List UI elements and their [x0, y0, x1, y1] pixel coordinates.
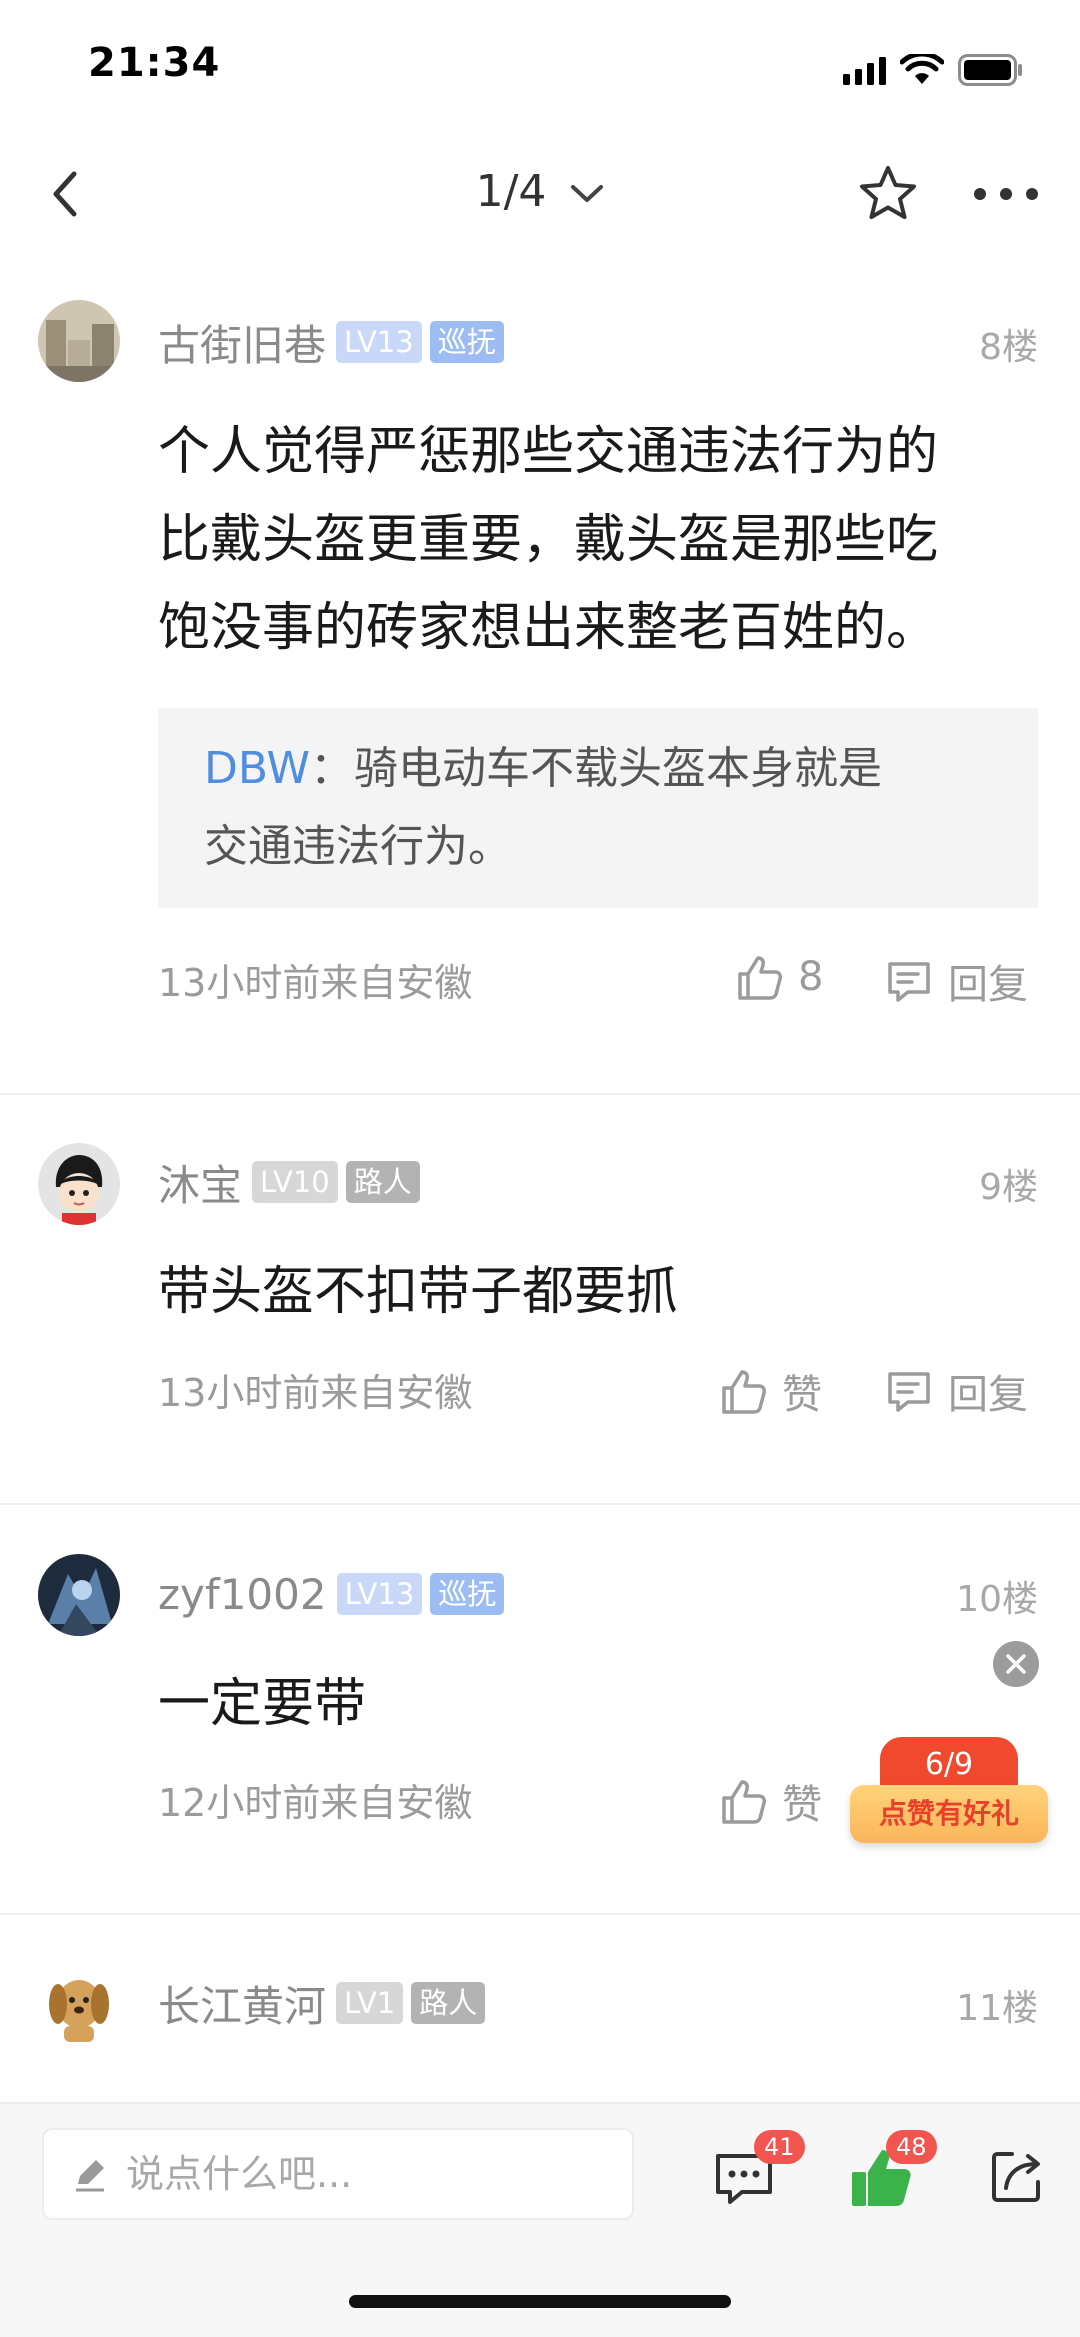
promo-label: 点赞有好礼 — [850, 1785, 1048, 1843]
like-button[interactable]: 赞 — [718, 1772, 822, 1830]
like-button[interactable]: 赞 — [718, 1362, 822, 1420]
status-icons — [843, 50, 1024, 90]
quote-author[interactable]: DBW — [204, 743, 310, 794]
nav-bar: 1/4 — [0, 140, 1080, 250]
reply-button[interactable]: 回复 — [884, 952, 1028, 1010]
star-icon[interactable] — [856, 162, 920, 226]
cellular-signal-icon — [843, 55, 886, 85]
share-button[interactable] — [982, 2138, 1062, 2218]
like-gift-promo[interactable]: 6/9 点赞有好礼 — [850, 1737, 1048, 1845]
home-indicator — [349, 2295, 731, 2308]
author-name[interactable]: zyf1002 — [158, 1570, 327, 1619]
more-icon[interactable] — [968, 162, 1044, 226]
divider — [0, 1093, 1080, 1095]
floor-number: 8楼 — [979, 327, 1038, 368]
post-meta: 12小时前来自安徽 — [158, 1781, 473, 1825]
divider — [0, 1913, 1080, 1915]
post-content: 个人觉得严惩那些交通违法行为的 比戴头盔更重要，戴头盔是那些吃 饱没事的砖家想出… — [158, 408, 1038, 672]
like-post-button[interactable]: 48 — [842, 2130, 937, 2218]
level-badge: LV10 — [252, 1161, 338, 1203]
rank-badge: 巡抚 — [429, 321, 504, 363]
battery-icon — [958, 54, 1022, 86]
post-content-line: 饱没事的砖家想出来整老百姓的。 — [158, 598, 939, 658]
comment-input-box[interactable] — [42, 2128, 634, 2220]
pencil-icon — [76, 2160, 104, 2192]
post-content-line: 比戴头盔更重要，戴头盔是那些吃 — [158, 510, 939, 570]
wifi-icon — [900, 54, 944, 84]
post-meta: 13小时前来自安徽 — [158, 961, 473, 1005]
quote-text: 交通违法行为。 — [204, 821, 512, 872]
avatar[interactable] — [38, 1964, 120, 2046]
reply-label: 回复 — [948, 962, 1028, 1008]
comment-input[interactable] — [126, 2152, 606, 2196]
floor-number: 10楼 — [956, 1579, 1038, 1620]
like-label: 赞 — [782, 1782, 822, 1828]
rank-badge: 巡抚 — [430, 1573, 505, 1615]
post-content-line: 个人觉得严惩那些交通违法行为的 — [158, 422, 939, 482]
status-time: 21:34 — [88, 40, 221, 86]
comment-icon — [888, 962, 930, 1002]
author-line: 沐宝 LV10 路人 — [158, 1152, 428, 1212]
avatar[interactable] — [38, 1554, 120, 1636]
author-line: zyf1002 LV13 巡抚 — [158, 1564, 512, 1624]
thumb-up-icon — [738, 956, 782, 1000]
promo-close-button[interactable] — [993, 1641, 1039, 1687]
reply-label: 回复 — [948, 1372, 1028, 1418]
close-icon — [1006, 1654, 1026, 1674]
like-count: 8 — [798, 954, 824, 1000]
post-meta: 13小时前来自安徽 — [158, 1371, 473, 1415]
level-badge: LV1 — [336, 1982, 404, 2024]
share-icon — [992, 2152, 1040, 2202]
floor-number: 11楼 — [956, 1988, 1038, 2029]
author-name[interactable]: 沐宝 — [158, 1152, 242, 1213]
avatar[interactable] — [38, 300, 120, 382]
like-label: 赞 — [782, 1372, 822, 1418]
like-count-badge: 48 — [886, 2130, 937, 2164]
comment-count-badge: 41 — [754, 2130, 805, 2164]
author-line: 长江黄河 LV1 路人 — [158, 1973, 493, 2033]
chevron-down-icon — [571, 185, 604, 202]
quote-text: 骑电动车不载头盔本身就是 — [354, 743, 883, 794]
floor-number: 9楼 — [979, 1167, 1038, 1208]
thumb-up-icon — [722, 1370, 766, 1414]
quote-separator: ： — [310, 743, 355, 794]
thumb-up-icon — [722, 1780, 766, 1824]
quoted-reply[interactable]: DBW：骑电动车不载头盔本身就是 交通违法行为。 — [158, 708, 1038, 908]
author-name[interactable]: 长江黄河 — [158, 1973, 326, 2034]
page-indicator: 1/4 — [475, 166, 547, 217]
reply-button[interactable]: 回复 — [884, 1362, 1028, 1420]
post-content: 一定要带 — [158, 1674, 367, 1734]
comments-button[interactable]: 41 — [704, 2130, 805, 2218]
author-name[interactable]: 古街旧巷 — [158, 312, 326, 373]
status-bar: 21:34 — [0, 0, 1080, 130]
avatar[interactable] — [38, 1143, 120, 1225]
rank-badge: 路人 — [411, 1982, 486, 2024]
author-line: 古街旧巷 LV13 巡抚 — [158, 312, 512, 372]
level-badge: LV13 — [336, 321, 422, 363]
comment-icon — [888, 1372, 930, 1412]
level-badge: LV13 — [336, 1573, 423, 1615]
like-button[interactable]: 8 — [734, 952, 823, 1002]
divider — [0, 1503, 1080, 1505]
post-content: 带头盔不扣带子都要抓 — [158, 1262, 679, 1322]
rank-badge: 路人 — [345, 1161, 420, 1203]
